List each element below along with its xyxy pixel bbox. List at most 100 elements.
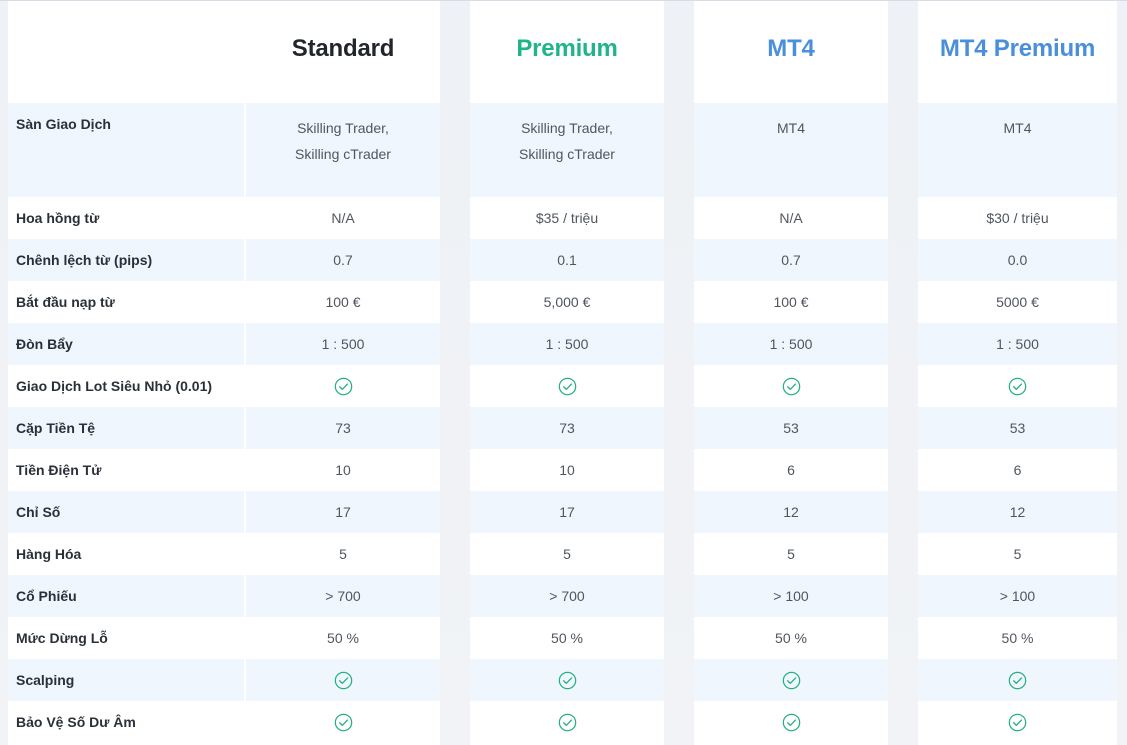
row-label: Hoa hồng từ [8, 197, 244, 239]
table-cell [918, 701, 1117, 743]
row-label: Bảo Vệ Số Dư Âm [8, 701, 244, 743]
cell-value: 5 [339, 546, 347, 562]
cell-value: 0.1 [557, 252, 577, 268]
cell-value: 5,000 € [543, 294, 591, 310]
cell-value: 10 [335, 462, 351, 478]
cell-value: 53 [1009, 420, 1026, 436]
cell-value: 73 [559, 420, 575, 436]
cell-value: 1 : 500 [321, 336, 365, 352]
cell-value: $35 / triệu [535, 210, 599, 226]
check-icon [334, 671, 352, 690]
row-label: Sàn Giao Dịch [8, 103, 244, 197]
table-cell: MT4 [694, 103, 888, 197]
table-cell: 73 [470, 407, 664, 449]
cell-value: 0.7 [333, 252, 353, 268]
cell-value: $30 / triệu [986, 210, 1049, 226]
table-cell: 10 [246, 449, 440, 491]
cell-value: 5000 € [996, 294, 1039, 310]
table-cell [694, 701, 888, 743]
account-comparison-page: Standard Premium MT4 MT4 Premium Sàn Giao D… [0, 0, 1127, 745]
table-row: Sàn Giao Dịch Skilling Trader, Skilling cT… [8, 103, 1117, 197]
table-cell: 0.0 [918, 239, 1117, 281]
cell-value: 100 € [325, 294, 361, 310]
table-cell: 6 [694, 449, 888, 491]
table-cell: 12 [918, 491, 1117, 533]
cell-value: 5 [787, 546, 795, 562]
cell-value: 10 [559, 462, 575, 478]
table-cell: 1 : 500 [918, 323, 1117, 365]
cell-value: 6 [1013, 462, 1022, 478]
column-header-mt4-premium: MT4 Premium [918, 1, 1117, 103]
cell-value: 100 € [773, 294, 809, 310]
cell-value: > 100 [999, 588, 1036, 604]
table-cell: 1 : 500 [246, 323, 440, 365]
table-cell [694, 659, 888, 701]
table-cell: 17 [470, 491, 664, 533]
check-icon [782, 377, 800, 396]
column-gutter [1117, 1, 1127, 745]
cell-line: MT4 [777, 120, 805, 136]
table-cell: 1 : 500 [470, 323, 664, 365]
table-cell: > 700 [246, 575, 440, 617]
check-icon [558, 377, 576, 396]
table-cell: 5 [246, 533, 440, 575]
table-cell: 10 [470, 449, 664, 491]
table-cell [470, 659, 664, 701]
table-cell: > 100 [694, 575, 888, 617]
table-cell: 5,000 € [470, 281, 664, 323]
cell-value: 50 % [551, 630, 583, 646]
cell-value: 5 [1013, 546, 1022, 562]
check-icon [1008, 671, 1027, 690]
row-label: Bắt đầu nạp từ [8, 281, 244, 323]
row-label: Đòn Bẩy [8, 323, 244, 365]
table-cell: 53 [918, 407, 1117, 449]
table-row: Bảo Vệ Số Dư Âm [8, 701, 1117, 743]
table-cell: Skilling Trader, Skilling cTrader [246, 103, 440, 197]
check-icon [782, 671, 800, 690]
table-cell: 50 % [918, 617, 1117, 659]
cell-value: 0.7 [781, 252, 801, 268]
row-label: Cặp Tiền Tệ [8, 407, 244, 449]
table-cell [246, 701, 440, 743]
row-label: Mức Dừng Lỗ [8, 617, 244, 659]
cell-line: Skilling Trader, [297, 120, 389, 136]
table-cell: 73 [246, 407, 440, 449]
table-cell: MT4 [918, 103, 1117, 197]
check-icon [1008, 377, 1027, 396]
table-cell: 100 € [694, 281, 888, 323]
cell-line: Skilling cTrader [519, 146, 615, 162]
table-cell: 5 [694, 533, 888, 575]
table-row: Bắt đầu nạp từ 100 € 5,000 € 100 € 5000 € [8, 281, 1117, 323]
table-cell: 17 [246, 491, 440, 533]
table-row: Giao Dịch Lot Siêu Nhỏ (0.01) [8, 365, 1117, 407]
cell-value: 6 [787, 462, 795, 478]
table-cell [470, 365, 664, 407]
row-label: Giao Dịch Lot Siêu Nhỏ (0.01) [8, 365, 244, 407]
cell-value: > 700 [325, 588, 361, 604]
table-cell: Skilling Trader, Skilling cTrader [470, 103, 664, 197]
table-cell: 50 % [246, 617, 440, 659]
cell-value: 73 [335, 420, 351, 436]
table-row: Scalping [8, 659, 1117, 701]
table-cell: 0.1 [470, 239, 664, 281]
table-row: Cặp Tiền Tệ 73 73 53 53 [8, 407, 1117, 449]
table-cell: 5 [470, 533, 664, 575]
table-cell [246, 659, 440, 701]
table-cell: 0.7 [694, 239, 888, 281]
table-cell: 100 € [246, 281, 440, 323]
table-cell: 1 : 500 [694, 323, 888, 365]
table-cell [246, 365, 440, 407]
table-cell: 50 % [694, 617, 888, 659]
cell-value: 53 [783, 420, 799, 436]
cell-value: 0.0 [1007, 252, 1028, 268]
table-cell: 6 [918, 449, 1117, 491]
table-cell: 53 [694, 407, 888, 449]
table-cell: $35 / triệu [470, 197, 664, 239]
row-label: Scalping [8, 659, 244, 701]
table-row: Hoa hồng từ N/A $35 / triệu N/A $30 / triệu [8, 197, 1117, 239]
cell-value: 1 : 500 [545, 336, 589, 352]
table-row: Mức Dừng Lỗ 50 % 50 % 50 % 50 % [8, 617, 1117, 659]
table-row: Chênh lệch từ (pips) 0.7 0.1 0.7 0.0 [8, 239, 1117, 281]
table-row: Chỉ Số 17 17 12 12 [8, 491, 1117, 533]
cell-value: > 100 [773, 588, 809, 604]
